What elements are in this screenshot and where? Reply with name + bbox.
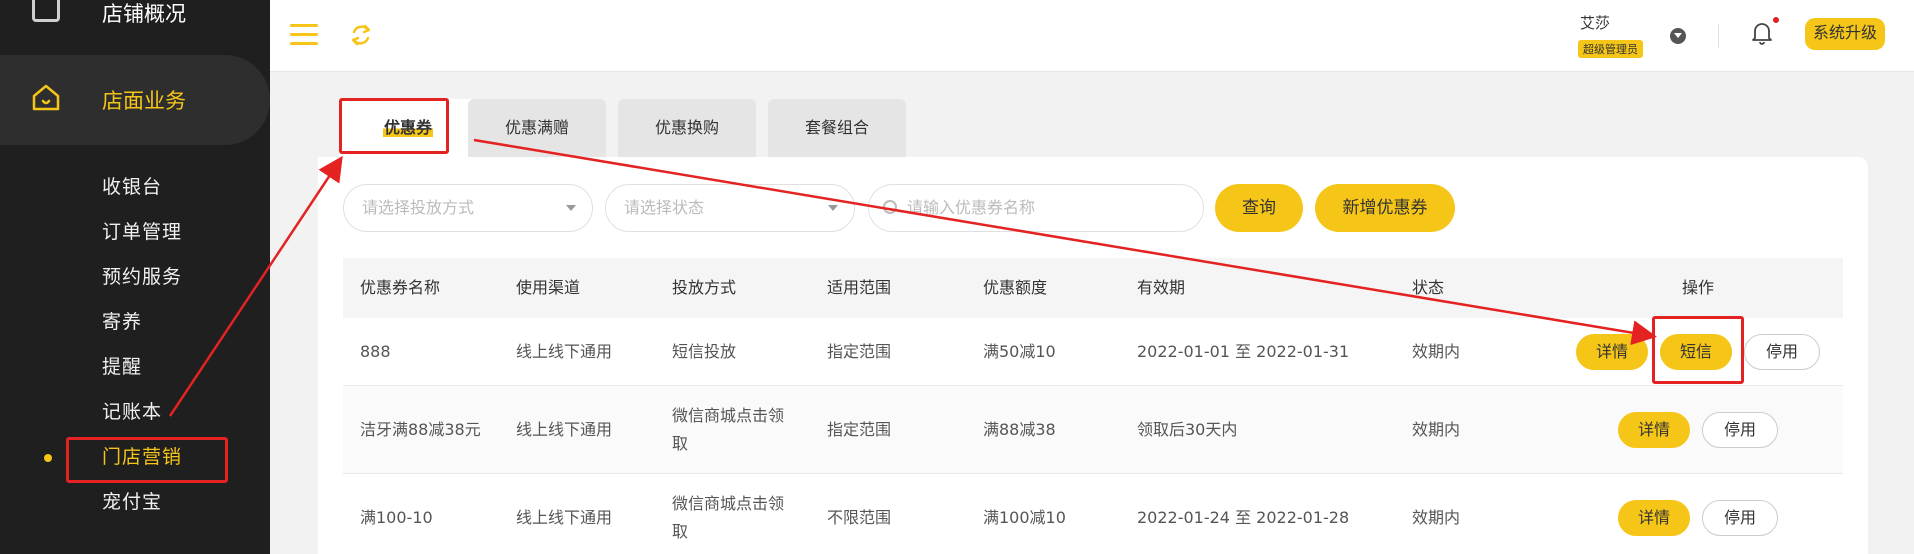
notification-dot xyxy=(1773,17,1779,23)
method-select-placeholder: 请选择投放方式 xyxy=(362,198,475,217)
method-select[interactable]: 请选择投放方式 xyxy=(343,184,593,232)
column-header: 操作 xyxy=(1682,278,1715,297)
details-button[interactable]: 详情 xyxy=(1576,334,1648,370)
refresh-icon[interactable] xyxy=(348,22,374,48)
chevron-down-icon[interactable] xyxy=(1670,28,1686,44)
table-row: 888 线上线下通用 短信投放 指定范围 满50减10 2022-01-01 至… xyxy=(343,318,1843,386)
details-button[interactable]: 详情 xyxy=(1618,412,1690,448)
sidebar-item-overview[interactable]: 店铺概况 xyxy=(0,0,270,40)
role-badge: 超级管理员 xyxy=(1578,40,1643,58)
add-coupon-button[interactable]: 新增优惠券 xyxy=(1315,184,1455,232)
search-input[interactable]: 请输入优惠券名称 xyxy=(868,184,1204,232)
sidebar-item-boarding[interactable]: 寄养 xyxy=(0,300,270,345)
table-row: 满100-10 线上线下通用 微信商城点击领 取 不限范围 满100减10 20… xyxy=(343,474,1843,554)
status: 效期内 xyxy=(1412,508,1461,527)
sidebar-section-label: 店面业务 xyxy=(102,89,186,113)
validity: 领取后30天内 xyxy=(1137,420,1238,439)
coupon-name: 888 xyxy=(360,342,391,361)
scope: 指定范围 xyxy=(827,420,892,439)
sms-button[interactable]: 短信 xyxy=(1660,334,1732,370)
channel: 线上线下通用 xyxy=(516,420,613,439)
column-header: 优惠额度 xyxy=(983,278,1048,297)
search-icon xyxy=(883,200,897,214)
coupon-name: 洁牙满88减38元 xyxy=(360,420,481,439)
disable-button[interactable]: 停用 xyxy=(1702,412,1778,448)
method-line2: 取 xyxy=(672,434,689,453)
table-header: 优惠券名称 使用渠道 投放方式 适用范围 优惠额度 有效期 状态 操作 xyxy=(343,258,1843,318)
amount: 满88减38 xyxy=(983,420,1056,439)
tab-bundle[interactable]: 套餐组合 xyxy=(768,99,906,157)
disable-button[interactable]: 停用 xyxy=(1702,500,1778,536)
table-row: 洁牙满88减38元 线上线下通用 微信商城点击领 取 指定范围 满88减38 领… xyxy=(343,386,1843,474)
home-icon xyxy=(32,84,60,111)
channel: 线上线下通用 xyxy=(516,508,613,527)
status-select-placeholder: 请选择状态 xyxy=(624,198,705,217)
column-header: 投放方式 xyxy=(672,278,737,297)
status: 效期内 xyxy=(1412,342,1461,361)
sidebar-item-marketing[interactable]: 门店营销 xyxy=(0,435,270,483)
column-header: 使用渠道 xyxy=(516,278,581,297)
status-select[interactable]: 请选择状态 xyxy=(605,184,855,232)
caret-down-icon xyxy=(566,205,576,211)
sidebar-item-label: 店铺概况 xyxy=(102,2,186,26)
column-header: 优惠券名称 xyxy=(360,278,441,297)
sidebar-item-cashier[interactable]: 收银台 xyxy=(0,165,270,210)
caret-down-icon xyxy=(828,205,838,211)
search-placeholder: 请输入优惠券名称 xyxy=(907,198,1036,217)
query-button[interactable]: 查询 xyxy=(1215,184,1303,232)
sidebar-item-orders[interactable]: 订单管理 xyxy=(0,210,270,255)
tab-exchange[interactable]: 优惠换购 xyxy=(618,99,756,157)
scope: 不限范围 xyxy=(827,508,892,527)
sidebar-item-ledger[interactable]: 记账本 xyxy=(0,390,270,435)
top-bar: 艾莎 超级管理员 系统升级 xyxy=(270,0,1914,72)
column-header: 适用范围 xyxy=(827,278,892,297)
tab-label: 优惠券 xyxy=(382,118,433,137)
tab-coupons[interactable]: 优惠券 xyxy=(339,99,477,157)
method: 微信商城点击领 xyxy=(672,494,785,513)
tab-full-gift[interactable]: 优惠满赠 xyxy=(468,99,606,157)
amount: 满50减10 xyxy=(983,342,1056,361)
column-header: 状态 xyxy=(1412,278,1445,297)
system-upgrade-button[interactable]: 系统升级 xyxy=(1805,18,1886,50)
method-line2: 取 xyxy=(672,522,689,541)
status: 效期内 xyxy=(1412,420,1461,439)
column-header: 有效期 xyxy=(1137,278,1186,297)
scope: 指定范围 xyxy=(827,342,892,361)
user-name: 艾莎 xyxy=(1580,14,1611,32)
channel: 线上线下通用 xyxy=(516,342,613,361)
sidebar-item-pet-pay[interactable]: 宠付宝 xyxy=(0,480,270,525)
amount: 满100减10 xyxy=(983,508,1066,527)
dashboard-icon xyxy=(32,0,60,22)
validity: 2022-01-24 至 2022-01-28 xyxy=(1137,508,1350,527)
disable-button[interactable]: 停用 xyxy=(1744,334,1820,370)
hamburger-menu-icon[interactable] xyxy=(290,24,318,46)
sidebar-section-store-business[interactable]: 店面业务 xyxy=(0,55,270,145)
bell-icon[interactable] xyxy=(1750,20,1774,46)
divider xyxy=(1718,24,1719,48)
coupon-name: 满100-10 xyxy=(360,508,433,527)
sidebar-item-appointments[interactable]: 预约服务 xyxy=(0,255,270,300)
sidebar-item-reminders[interactable]: 提醒 xyxy=(0,345,270,390)
method: 短信投放 xyxy=(672,342,737,361)
annotation-highlight-box xyxy=(66,437,228,483)
sidebar: 店铺概况 店面业务 收银台 订单管理 预约服务 寄养 提醒 记账本 门店营销 宠… xyxy=(0,0,270,554)
details-button[interactable]: 详情 xyxy=(1618,500,1690,536)
validity: 2022-01-01 至 2022-01-31 xyxy=(1137,342,1350,361)
method: 微信商城点击领 xyxy=(672,406,785,425)
sidebar-submenu: 收银台 订单管理 预约服务 寄养 提醒 记账本 门店营销 宠付宝 xyxy=(0,165,270,525)
